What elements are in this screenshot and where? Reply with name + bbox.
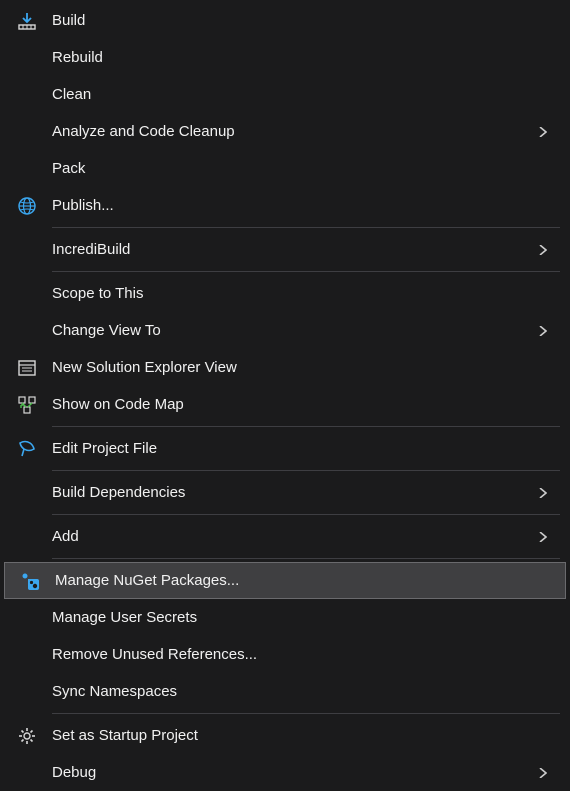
menu-item-edit-project-file[interactable]: Edit Project File <box>2 430 568 467</box>
menu-item-add[interactable]: Add <box>2 518 568 555</box>
menu-item-analyze-and-code-cleanup[interactable]: Analyze and Code Cleanup <box>2 113 568 150</box>
menu-item-change-view-to[interactable]: Change View To <box>2 312 568 349</box>
chevron-right-icon <box>534 488 552 498</box>
menu-item-manage-nuget-packages[interactable]: Manage NuGet Packages... <box>4 562 566 599</box>
context-menu: Build Rebuild Clean Analyze and Code Cleanu… <box>2 2 568 791</box>
menu-separator <box>52 558 560 559</box>
menu-item-label: Sync Namespaces <box>52 683 534 700</box>
menu-item-label: Debug <box>52 764 534 781</box>
solution-explorer-icon <box>2 358 52 378</box>
menu-item-label: Pack <box>52 160 534 177</box>
menu-item-label: Edit Project File <box>52 440 534 457</box>
menu-separator <box>52 470 560 471</box>
build-download-icon <box>2 11 52 31</box>
menu-item-show-on-code-map[interactable]: Show on Code Map <box>2 386 568 423</box>
menu-item-new-solution-explorer-view[interactable]: New Solution Explorer View <box>2 349 568 386</box>
menu-item-pack[interactable]: Pack <box>2 150 568 187</box>
menu-separator <box>52 227 560 228</box>
code-map-icon <box>2 395 52 415</box>
menu-separator <box>52 426 560 427</box>
menu-item-label: Show on Code Map <box>52 396 534 413</box>
menu-item-label: Remove Unused References... <box>52 646 534 663</box>
chevron-right-icon <box>534 532 552 542</box>
menu-item-sync-namespaces[interactable]: Sync Namespaces <box>2 673 568 710</box>
menu-item-label: IncrediBuild <box>52 241 534 258</box>
chevron-right-icon <box>534 326 552 336</box>
menu-item-label: Build Dependencies <box>52 484 534 501</box>
menu-item-label: Scope to This <box>52 285 534 302</box>
menu-item-incredibuild[interactable]: IncrediBuild <box>2 231 568 268</box>
chevron-right-icon <box>534 768 552 778</box>
globe-icon <box>2 196 52 216</box>
menu-item-build[interactable]: Build <box>2 2 568 39</box>
menu-item-label: Publish... <box>52 197 534 214</box>
nuget-icon <box>5 571 55 591</box>
menu-item-label: Build <box>52 12 534 29</box>
chevron-right-icon <box>534 245 552 255</box>
chevron-right-icon <box>534 127 552 137</box>
menu-item-debug[interactable]: Debug <box>2 754 568 791</box>
menu-item-remove-unused-references[interactable]: Remove Unused References... <box>2 636 568 673</box>
menu-item-label: Add <box>52 528 534 545</box>
menu-item-label: Manage NuGet Packages... <box>55 572 531 589</box>
menu-item-scope-to-this[interactable]: Scope to This <box>2 275 568 312</box>
menu-separator <box>52 271 560 272</box>
menu-item-clean[interactable]: Clean <box>2 76 568 113</box>
menu-separator <box>52 514 560 515</box>
menu-item-build-dependencies[interactable]: Build Dependencies <box>2 474 568 511</box>
menu-item-manage-user-secrets[interactable]: Manage User Secrets <box>2 599 568 636</box>
menu-item-label: Manage User Secrets <box>52 609 534 626</box>
menu-item-label: Change View To <box>52 322 534 339</box>
menu-item-publish[interactable]: Publish... <box>2 187 568 224</box>
menu-item-label: Rebuild <box>52 49 534 66</box>
menu-item-label: New Solution Explorer View <box>52 359 534 376</box>
menu-item-set-as-startup-project[interactable]: Set as Startup Project <box>2 717 568 754</box>
menu-item-label: Analyze and Code Cleanup <box>52 123 534 140</box>
menu-item-rebuild[interactable]: Rebuild <box>2 39 568 76</box>
menu-item-label: Set as Startup Project <box>52 727 534 744</box>
gear-icon <box>2 726 52 746</box>
edit-file-icon <box>2 439 52 459</box>
menu-item-label: Clean <box>52 86 534 103</box>
menu-separator <box>52 713 560 714</box>
